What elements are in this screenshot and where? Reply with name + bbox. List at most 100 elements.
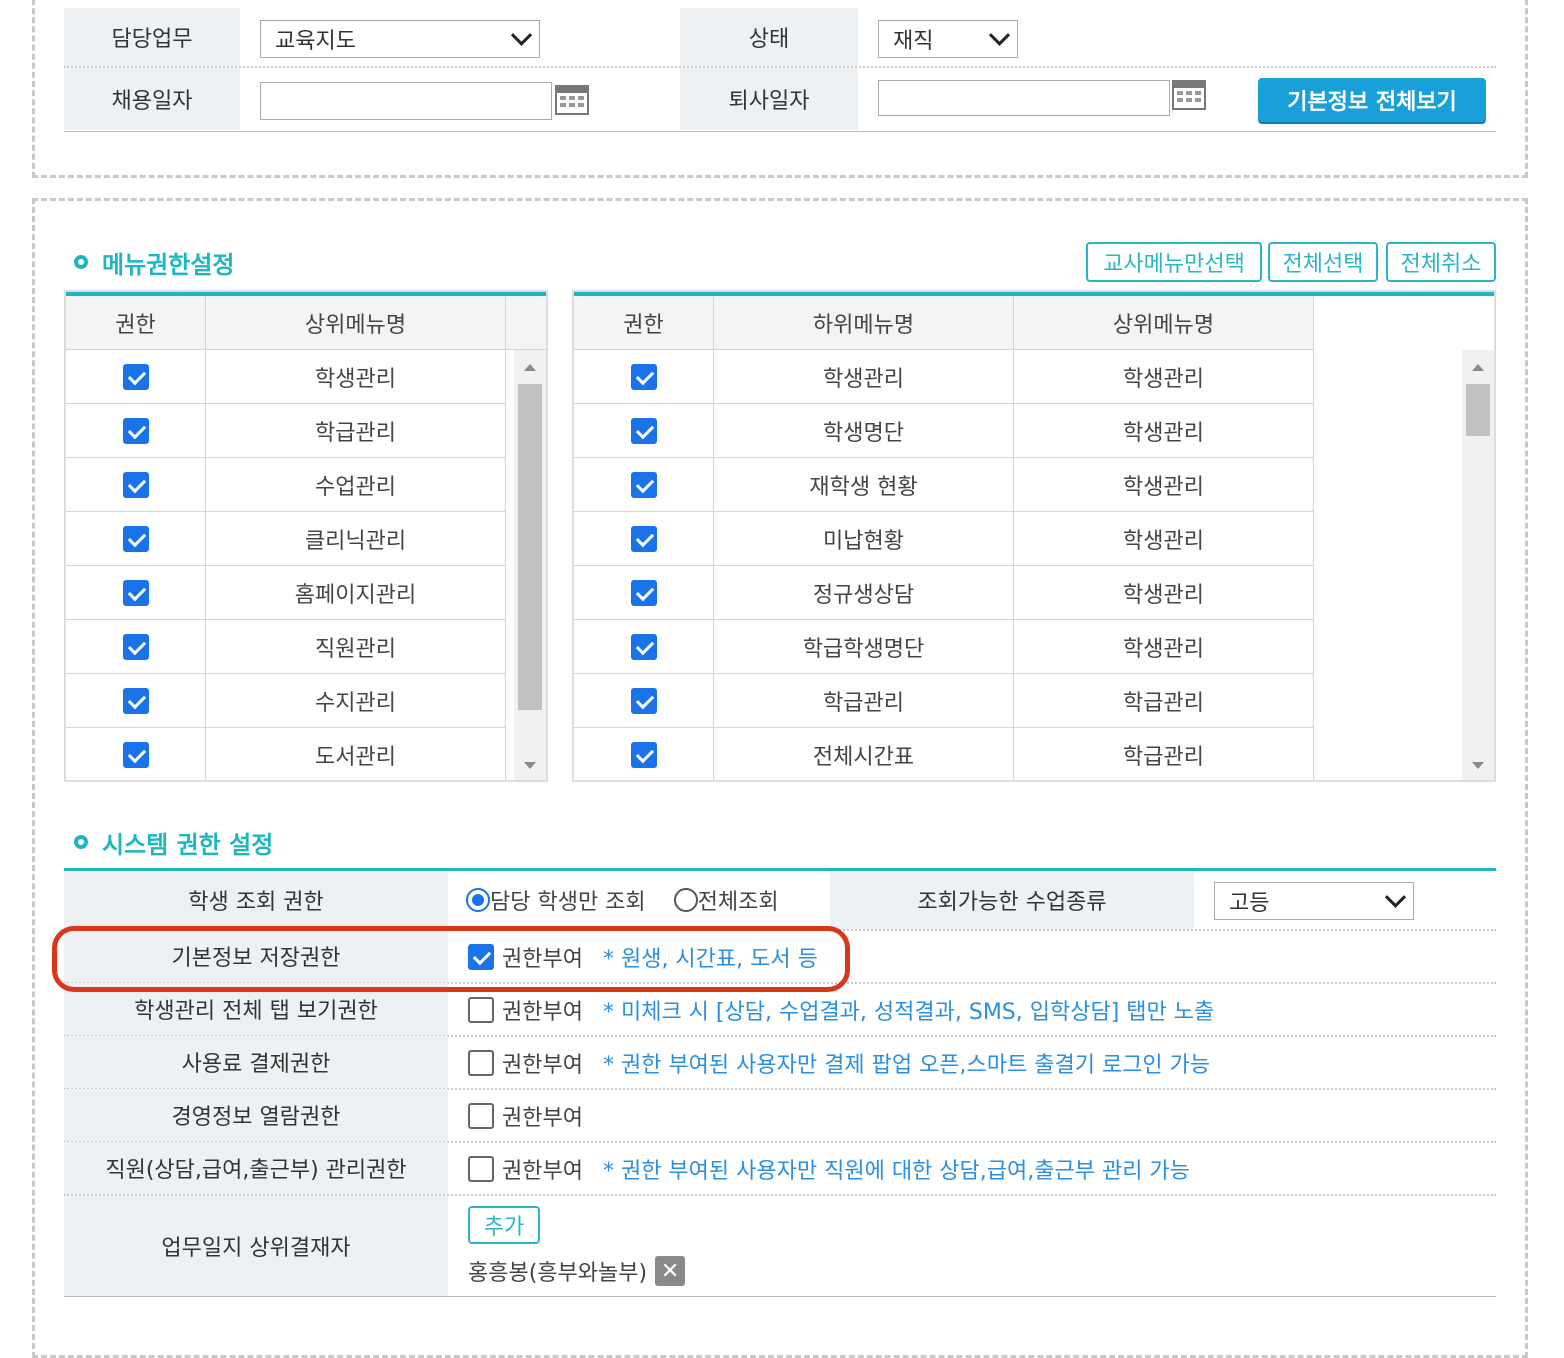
sub-menu-grid: 권한 하위메뉴명 상위메뉴명 학생관리 학생관리 학생명단 학생관리 재학생 현황 학생관… bbox=[572, 290, 1496, 782]
grant-permission-label[interactable]: 권한부여 bbox=[502, 1100, 583, 1132]
circle-bullet-icon bbox=[74, 255, 88, 269]
student-view-label: 학생 조회 권한 bbox=[64, 871, 448, 929]
chevron-down-icon bbox=[988, 24, 1011, 46]
radio-all-students-label[interactable]: 전체조회 bbox=[698, 884, 779, 916]
permission-checkbox[interactable] bbox=[122, 363, 149, 390]
grant-permission-checkbox[interactable] bbox=[468, 1049, 494, 1076]
view-all-basic-info-button[interactable]: 기본정보 전체보기 bbox=[1258, 78, 1486, 122]
header-sub-menu: 하위메뉴명 bbox=[714, 296, 1014, 350]
menu-permission-title: 메뉴권한설정 bbox=[74, 246, 235, 279]
select-teacher-menu-button[interactable]: 교사메뉴만선택 bbox=[1086, 242, 1262, 282]
scroll-up-arrow-icon[interactable] bbox=[1472, 364, 1484, 371]
parent-menu-name: 학생관리 bbox=[1014, 458, 1314, 512]
select-all-button[interactable]: 전체선택 bbox=[1268, 242, 1378, 282]
permission-checkbox[interactable] bbox=[122, 579, 149, 606]
permission-note: * 미체크 시 [상담, 수업결과, 성적결과, SMS, 입학상담] 탭만 노… bbox=[602, 999, 1215, 1025]
grant-permission-label[interactable]: 권한부여 bbox=[502, 994, 583, 1026]
row-permission-cell bbox=[574, 404, 714, 458]
remove-approver-icon[interactable]: ✕ bbox=[655, 1256, 686, 1286]
row-permission-cell bbox=[574, 674, 714, 728]
retire-date-label: 퇴사일자 bbox=[680, 68, 858, 130]
parent-menu-name: 도서관리 bbox=[206, 728, 506, 780]
row-permission-cell bbox=[574, 512, 714, 566]
grant-permission-label[interactable]: 권한부여 bbox=[502, 1153, 583, 1185]
radio-own-students[interactable] bbox=[466, 888, 490, 912]
chevron-down-icon bbox=[510, 24, 533, 46]
grant-permission-checkbox[interactable] bbox=[468, 1155, 494, 1182]
duty-select-value: 교육지도 bbox=[275, 29, 356, 54]
class-type-label: 조회가능한 수업종류 bbox=[830, 871, 1194, 929]
parent-menu-grid: 권한 상위메뉴명 학생관리 학급관리 수업관리 클리닉관리 홈페이지관리 직원관리 수지관리… bbox=[64, 290, 548, 782]
parent-menu-name: 학생관리 bbox=[1014, 350, 1314, 404]
parent-menu-name: 학생관리 bbox=[1014, 566, 1314, 620]
row-divider bbox=[64, 1296, 1496, 1297]
header-spacer bbox=[506, 296, 546, 350]
parent-menu-name: 학급관리 bbox=[1014, 728, 1314, 780]
parent-menu-name: 클리닉관리 bbox=[206, 512, 506, 566]
scrollbar[interactable] bbox=[1462, 350, 1494, 780]
retire-date-input[interactable] bbox=[878, 80, 1170, 116]
permission-checkbox[interactable] bbox=[630, 525, 657, 552]
permission-checkbox[interactable] bbox=[630, 417, 657, 444]
system-permission-value: 권한부여 * 권한 부여된 사용자만 결제 팝업 오픈,스마트 출결기 로그인 가… bbox=[468, 1036, 1210, 1089]
permission-checkbox[interactable] bbox=[630, 363, 657, 390]
approver-entry: 홍흥봉(흥부와놀부) ✕ bbox=[468, 1254, 686, 1288]
radio-own-students-label[interactable]: 담당 학생만 조회 bbox=[490, 884, 646, 916]
permission-checkbox[interactable] bbox=[122, 525, 149, 552]
row-permission-cell bbox=[66, 566, 206, 620]
system-permission-label: 사용료 결제권한 bbox=[64, 1036, 448, 1088]
add-approver-button[interactable]: 추가 bbox=[468, 1206, 540, 1244]
sub-menu-name: 전체시간표 bbox=[714, 728, 1014, 780]
deselect-all-button[interactable]: 전체취소 bbox=[1386, 242, 1496, 282]
parent-menu-name: 학급관리 bbox=[206, 404, 506, 458]
permission-checkbox[interactable] bbox=[122, 741, 149, 768]
parent-menu-name: 홈페이지관리 bbox=[206, 566, 506, 620]
parent-menu-name: 학생관리 bbox=[1014, 512, 1314, 566]
scroll-thumb[interactable] bbox=[518, 384, 542, 710]
header-parent-menu: 상위메뉴명 bbox=[206, 296, 506, 350]
row-divider bbox=[64, 131, 1496, 132]
chevron-down-icon bbox=[1384, 886, 1407, 908]
row-permission-cell bbox=[66, 350, 206, 404]
parent-menu-name: 학생관리 bbox=[1014, 404, 1314, 458]
grant-permission-checkbox[interactable] bbox=[468, 1102, 494, 1129]
permission-checkbox[interactable] bbox=[630, 471, 657, 498]
row-permission-cell bbox=[66, 674, 206, 728]
duty-select[interactable]: 교육지도 bbox=[260, 20, 540, 58]
status-select[interactable]: 재직 bbox=[878, 20, 1018, 58]
sub-menu-name: 학급학생명단 bbox=[714, 620, 1014, 674]
permission-checkbox[interactable] bbox=[122, 471, 149, 498]
permission-checkbox[interactable] bbox=[630, 687, 657, 714]
class-type-select[interactable]: 고등 bbox=[1214, 882, 1414, 920]
sub-menu-name: 미납현황 bbox=[714, 512, 1014, 566]
system-permission-value: 권한부여 * 권한 부여된 사용자만 직원에 대한 상담,급여,출근부 관리 가능 bbox=[468, 1142, 1190, 1195]
radio-all-students[interactable] bbox=[673, 888, 698, 912]
scroll-thumb[interactable] bbox=[1466, 384, 1490, 436]
parent-menu-name: 수업관리 bbox=[206, 458, 506, 512]
grant-permission-label[interactable]: 권한부여 bbox=[502, 1047, 583, 1079]
system-permission-label: 직원(상담,급여,출근부) 관리권한 bbox=[64, 1142, 448, 1194]
permission-checkbox[interactable] bbox=[122, 687, 149, 714]
row-permission-cell bbox=[574, 350, 714, 404]
scroll-down-arrow-icon[interactable] bbox=[524, 762, 536, 769]
system-permission-title-text: 시스템 권한 설정 bbox=[102, 830, 274, 859]
approver-name: 홍흥봉(흥부와놀부) bbox=[468, 1261, 648, 1286]
permission-checkbox[interactable] bbox=[630, 741, 657, 768]
permission-checkbox[interactable] bbox=[122, 633, 149, 660]
permission-checkbox[interactable] bbox=[630, 633, 657, 660]
scroll-down-arrow-icon[interactable] bbox=[1472, 762, 1484, 769]
permission-note: * 권한 부여된 사용자만 직원에 대한 상담,급여,출근부 관리 가능 bbox=[602, 1158, 1190, 1184]
hire-date-input[interactable] bbox=[260, 82, 552, 120]
scroll-up-arrow-icon[interactable] bbox=[524, 364, 536, 371]
menu-permission-title-text: 메뉴권한설정 bbox=[102, 250, 235, 279]
permission-checkbox[interactable] bbox=[630, 579, 657, 606]
scrollbar[interactable] bbox=[514, 350, 546, 780]
calendar-icon[interactable] bbox=[555, 85, 589, 115]
grant-permission-checkbox[interactable] bbox=[468, 996, 494, 1023]
class-type-select-value: 고등 bbox=[1229, 891, 1270, 916]
system-permission-label: 경영정보 열람권한 bbox=[64, 1089, 448, 1141]
calendar-icon[interactable] bbox=[1172, 80, 1206, 110]
permission-note: * 권한 부여된 사용자만 결제 팝업 오픈,스마트 출결기 로그인 가능 bbox=[602, 1052, 1211, 1078]
permission-checkbox[interactable] bbox=[122, 417, 149, 444]
row-permission-cell bbox=[66, 620, 206, 674]
